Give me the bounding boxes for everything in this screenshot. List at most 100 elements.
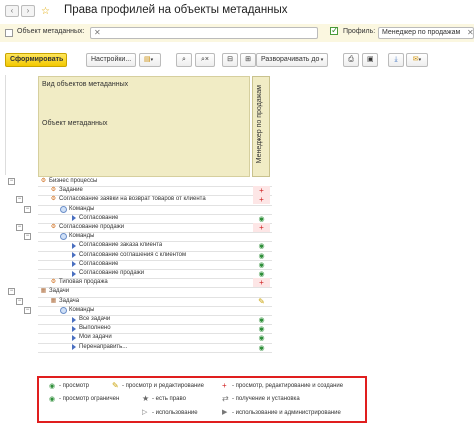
business-process-icon: ⚙ xyxy=(50,187,57,194)
row-label: Согласование xyxy=(79,260,119,267)
collapse-toggle[interactable]: − xyxy=(16,224,23,231)
right-view-edit-create-cell[interactable]: + xyxy=(253,223,270,232)
right-view-cell[interactable]: ◉ xyxy=(253,324,270,333)
right-view-cell[interactable]: ◉ xyxy=(253,241,270,250)
print-button[interactable]: ⎙ xyxy=(343,53,359,67)
command-icon xyxy=(70,334,77,341)
right-view-cell[interactable]: ◉ xyxy=(253,269,270,278)
row-divider xyxy=(38,351,272,353)
commands-icon xyxy=(60,306,67,314)
profile-filter-field[interactable]: Менеджер по продажам ✕ xyxy=(378,27,474,39)
right-view-edit-create-cell[interactable]: + xyxy=(253,186,270,196)
right-view-cell[interactable]: ◉ xyxy=(253,214,270,223)
command-icon xyxy=(70,270,77,277)
table-row[interactable]: − ⚙ Согласование заявки на возврат товаров… xyxy=(0,195,272,206)
search-clear-icon: ⌕× xyxy=(200,56,209,63)
collapse-icon: ⊟ xyxy=(227,56,233,63)
right-empty-cell[interactable] xyxy=(253,177,270,186)
play-admin-icon: ▶ xyxy=(222,409,228,416)
row-label: Команды xyxy=(69,233,95,240)
variants-dropdown[interactable]: ▤▾ xyxy=(139,53,161,67)
collapse-toggle[interactable]: − xyxy=(24,233,31,241)
collapse-toggle[interactable]: − xyxy=(24,306,31,314)
command-icon xyxy=(70,325,77,332)
table-row[interactable]: Мои задачи ◉ xyxy=(0,333,272,344)
table-row[interactable]: Перенаправить... ◉ xyxy=(0,343,272,353)
collapse-toggle[interactable]: − xyxy=(24,205,31,213)
collapse-toggle[interactable]: − xyxy=(8,288,15,296)
right-empty-cell[interactable] xyxy=(253,306,270,315)
right-view-cell[interactable]: ◉ xyxy=(253,333,270,342)
forward-button[interactable]: › xyxy=(21,5,35,17)
search-button[interactable]: ⌕ xyxy=(176,53,192,67)
preview-button[interactable]: ▣ xyxy=(362,53,378,67)
legend-use: - использование xyxy=(152,410,198,416)
profile-filter-checkbox[interactable]: ✓ xyxy=(330,25,339,35)
table-row[interactable]: Все задачи ◉ xyxy=(0,315,272,326)
row-label: Команды xyxy=(69,205,95,212)
row-label: Согласование xyxy=(79,214,119,221)
table-row[interactable]: − Команды xyxy=(0,205,272,215)
row-label: Мои задачи xyxy=(79,334,112,341)
search-clear-button[interactable]: ⌕× xyxy=(195,53,215,67)
right-view-cell[interactable]: ◉ xyxy=(253,343,270,352)
right-view-cell[interactable]: ◉ xyxy=(253,260,270,269)
settings-button[interactable]: Настройки... xyxy=(86,53,136,67)
column-header-sales-manager[interactable]: Менеджер по продажам xyxy=(252,76,270,177)
right-view-cell[interactable]: ◉ xyxy=(253,251,270,260)
row-label: Согласование продажи xyxy=(59,224,125,230)
save-button[interactable]: ⤓ xyxy=(388,53,404,67)
grid-gutter xyxy=(5,75,38,175)
table-row[interactable]: − Команды xyxy=(0,232,272,243)
right-view-edit-create-cell[interactable]: + xyxy=(253,195,270,205)
table-row[interactable]: Согласование ◉ xyxy=(0,214,272,224)
table-row[interactable]: − ⚙ Согласование продажи + xyxy=(0,223,272,234)
chevron-down-icon: ▾ xyxy=(150,57,154,63)
row-label: Согласование заявки на возврат товаров о… xyxy=(59,196,206,203)
metadata-filter-checkbox[interactable] xyxy=(5,29,13,37)
generate-button[interactable]: Сформировать xyxy=(5,53,67,67)
collapse-button[interactable]: ⊟ xyxy=(222,53,238,67)
right-view-cell[interactable]: ◉ xyxy=(253,315,270,324)
table-row[interactable]: − ▦ Задачи xyxy=(0,287,272,298)
table-row[interactable]: − ▦ Задача ✎ xyxy=(0,297,272,307)
preview-icon: ▣ xyxy=(367,56,374,63)
table-row[interactable]: ⚙ Типовая продажа + xyxy=(0,278,272,289)
right-empty-cell[interactable] xyxy=(253,232,270,241)
right-empty-cell[interactable] xyxy=(253,287,270,296)
collapse-toggle[interactable]: − xyxy=(16,297,23,305)
mail-button[interactable]: ✉▾ xyxy=(406,53,428,67)
table-row[interactable]: Согласование продажи ◉ xyxy=(0,269,272,280)
clear-profile-icon[interactable]: ✕ xyxy=(467,28,473,37)
row-label: Типовая продажа xyxy=(59,279,108,286)
right-empty-cell[interactable] xyxy=(253,205,270,214)
star-icon[interactable]: ☆ xyxy=(41,6,50,17)
row-label: Выполнено xyxy=(79,325,111,332)
business-process-icon: ⚙ xyxy=(40,178,47,184)
collapse-toggle[interactable]: − xyxy=(8,178,15,185)
metadata-filter-field[interactable]: ✕ xyxy=(90,27,318,39)
folder-icon: ▤ xyxy=(144,56,151,63)
table-row[interactable]: Согласование соглашения с клиентом ◉ xyxy=(0,251,272,261)
business-process-icon: ⚙ xyxy=(50,224,57,230)
table-row[interactable]: − Команды xyxy=(0,306,272,316)
right-view-edit-cell[interactable]: ✎ xyxy=(253,297,270,306)
expand-to-dropdown[interactable]: Разворачивать до ▾ xyxy=(256,53,328,67)
table-row[interactable]: ⚙ Задание + xyxy=(0,186,272,197)
star-icon: ★ xyxy=(142,394,150,403)
table-row[interactable]: Выполнено ◉ xyxy=(0,324,272,335)
row-label: Все задачи xyxy=(79,316,111,322)
table-row[interactable]: Согласование заказа клиента ◉ xyxy=(0,241,272,252)
eye-icon: ◉ xyxy=(49,383,56,390)
row-label: Согласование соглашения с клиентом xyxy=(79,251,187,258)
command-icon xyxy=(70,344,77,351)
clear-icon[interactable]: ✕ xyxy=(94,28,101,37)
legend-view-limited: - просмотр ограничен xyxy=(59,396,120,402)
expand-all-button[interactable]: ⊞ xyxy=(240,53,256,67)
collapse-toggle[interactable]: − xyxy=(16,196,23,204)
table-row[interactable]: Согласование ◉ xyxy=(0,260,272,270)
back-button[interactable]: ‹ xyxy=(5,5,19,17)
table-row[interactable]: − ⚙ Бизнес процессы xyxy=(0,177,272,188)
right-view-edit-create-cell[interactable]: + xyxy=(253,278,270,288)
row-label: Бизнес процессы xyxy=(49,178,98,184)
